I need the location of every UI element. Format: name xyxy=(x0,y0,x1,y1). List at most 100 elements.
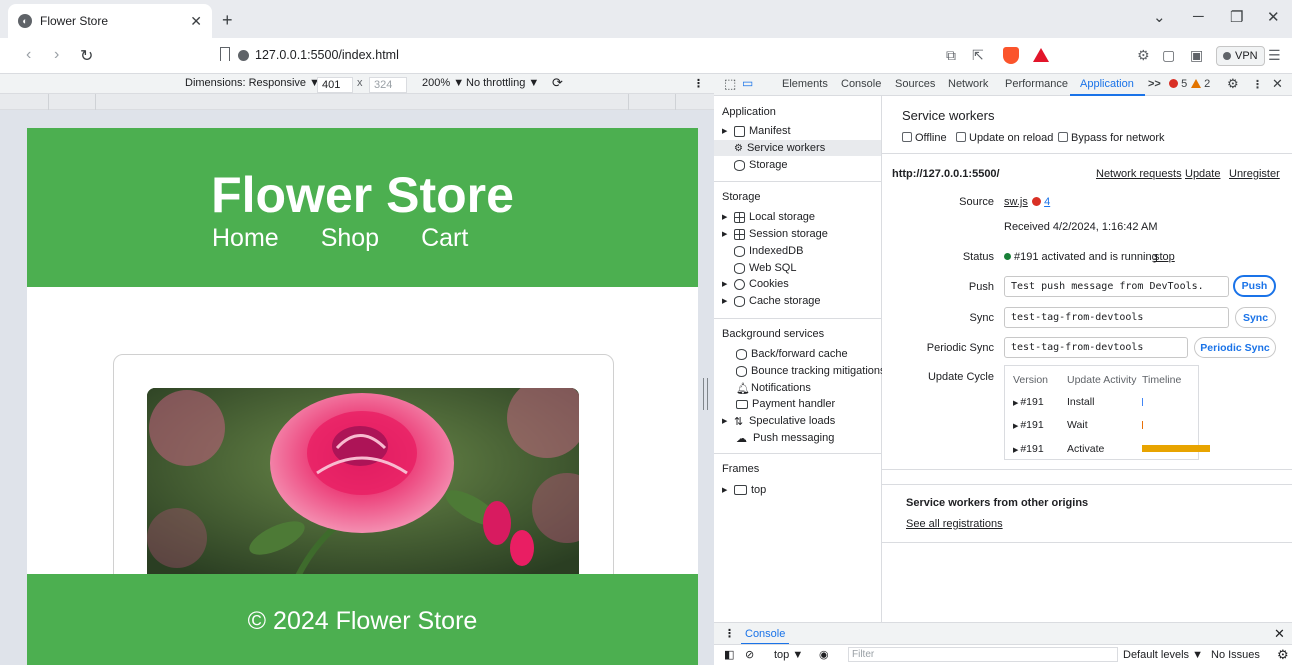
sidebar-item-bounce-tracking[interactable]: Bounce tracking mitigations xyxy=(722,363,886,379)
vpn-button[interactable]: VPN xyxy=(1216,46,1265,66)
sidebar-item-local-storage[interactable]: ▶ Local storage xyxy=(722,209,880,225)
network-requests-link[interactable]: Network requests xyxy=(1096,168,1182,180)
tab-performance[interactable]: Performance xyxy=(1005,78,1068,90)
height-input[interactable]: 324 xyxy=(369,77,407,93)
console-settings-icon[interactable]: ⚙ xyxy=(1277,647,1289,663)
devtools-menu-icon[interactable]: ⋮ xyxy=(1252,78,1263,91)
sidebar-item-notifications[interactable]: 🔔︎ Notifications xyxy=(722,380,880,396)
extensions-icon[interactable]: ⚙ xyxy=(1137,47,1150,64)
update-link[interactable]: Update xyxy=(1185,168,1220,180)
sidebar-icon[interactable]: ▢ xyxy=(1162,47,1175,64)
resize-handle[interactable] xyxy=(703,378,708,410)
console-filter-input[interactable]: Filter xyxy=(848,647,1118,662)
nav-shop-link[interactable]: Shop xyxy=(321,224,379,253)
nav-cart-link[interactable]: Cart xyxy=(421,224,468,253)
browser-tab[interactable]: ◐ Flower Store ✕ xyxy=(8,4,212,38)
sidebar-item-indexeddb[interactable]: IndexedDB xyxy=(722,243,880,259)
sidebar-item-bfcache[interactable]: Back/forward cache xyxy=(722,346,880,362)
update-on-reload-checkbox[interactable]: Update on reload xyxy=(956,132,1053,144)
share-icon[interactable]: ⇱ xyxy=(972,47,984,64)
table-row-wait-version[interactable]: ▶ #191 xyxy=(1013,419,1044,431)
log-levels-dropdown[interactable]: Default levels ▼ xyxy=(1123,649,1203,661)
more-tabs-button[interactable]: >> xyxy=(1148,78,1161,90)
minimize-icon[interactable]: ─ xyxy=(1193,8,1204,25)
devtools-close-icon[interactable]: ✕ xyxy=(1272,76,1283,92)
rotate-icon[interactable]: ⟳ xyxy=(552,75,563,91)
nav-home-link[interactable]: Home xyxy=(212,224,279,253)
drawer-tab-console[interactable]: Console xyxy=(745,628,785,640)
table-row-install-version[interactable]: ▶ #191 xyxy=(1013,396,1044,408)
console-sidebar-icon[interactable]: ◧ xyxy=(724,648,734,661)
new-tab-icon[interactable]: + xyxy=(222,10,233,31)
sidebar-item-service-workers[interactable]: ⚙ Service workers xyxy=(714,140,881,156)
drawer-close-icon[interactable]: ✕ xyxy=(1274,626,1285,642)
sidebar-item-session-storage[interactable]: ▶ Session storage xyxy=(722,226,880,242)
restore-icon[interactable]: ❐ xyxy=(1230,8,1243,26)
source-label: Source xyxy=(959,196,994,208)
tab-search-icon[interactable]: ⌄ xyxy=(1153,8,1166,26)
throttling-dropdown[interactable]: No throttling ▼ xyxy=(466,77,539,89)
window-close-icon[interactable]: ✕ xyxy=(1267,8,1280,26)
periodic-sync-button[interactable]: Periodic Sync xyxy=(1194,337,1276,358)
inspect-element-icon[interactable]: ⬚ xyxy=(724,76,736,92)
tab-elements[interactable]: Elements xyxy=(782,78,828,90)
clear-console-icon[interactable]: ⊘ xyxy=(745,648,754,661)
sidebar-item-speculative-loads[interactable]: ▶ ⇅ Speculative loads xyxy=(722,413,880,429)
status-value: #191 activated and is running xyxy=(1004,251,1158,263)
brave-rewards-icon[interactable] xyxy=(1033,48,1049,62)
sidebar-item-manifest[interactable]: ▶ Manifest xyxy=(722,123,880,139)
push-message-input[interactable]: Test push message from DevTools. xyxy=(1004,276,1229,297)
wallet-icon[interactable]: ▣ xyxy=(1190,47,1203,64)
screenshot-icon[interactable]: ⧉ xyxy=(946,47,956,64)
issues-counter[interactable]: No Issues xyxy=(1211,649,1260,661)
width-input[interactable]: 401 xyxy=(317,77,353,93)
sidebar-item-frame-top[interactable]: ▶ top xyxy=(722,482,880,498)
zoom-dropdown[interactable]: 200% ▼ xyxy=(422,77,464,89)
source-file-link[interactable]: sw.js xyxy=(1004,196,1028,208)
warning-counter[interactable]: 2 xyxy=(1191,78,1210,90)
drawer-menu-icon[interactable]: ⋮ xyxy=(724,627,735,640)
context-selector[interactable]: top ▼ xyxy=(774,649,803,661)
brave-shields-icon[interactable] xyxy=(1003,47,1019,64)
see-all-registrations-link[interactable]: See all registrations xyxy=(906,518,1003,530)
tab-application[interactable]: Application xyxy=(1080,78,1134,90)
unregister-link[interactable]: Unregister xyxy=(1229,168,1280,180)
warning-icon xyxy=(1191,79,1201,88)
timeline-wait-bar xyxy=(1142,421,1143,429)
reload-icon[interactable]: ↻ xyxy=(80,46,93,66)
tab-sources[interactable]: Sources xyxy=(895,78,935,90)
url-field[interactable]: 127.0.0.1:5500/index.html xyxy=(255,48,399,62)
stop-link[interactable]: stop xyxy=(1154,251,1175,263)
tab-console[interactable]: Console xyxy=(841,78,881,90)
address-bar: ‹ › ↻ 127.0.0.1:5500/index.html ⧉ ⇱ ⚙ ▢ … xyxy=(0,38,1292,74)
close-tab-icon[interactable]: ✕ xyxy=(190,13,202,30)
table-icon xyxy=(734,228,745,240)
offline-checkbox[interactable]: Offline xyxy=(902,132,947,144)
periodic-sync-input[interactable]: test-tag-from-devtools xyxy=(1004,337,1188,358)
site-info-icon[interactable] xyxy=(238,50,249,61)
forward-icon[interactable]: › xyxy=(54,46,59,64)
table-row-activate-version[interactable]: ▶ #191 xyxy=(1013,443,1044,455)
sync-tag-input[interactable]: test-tag-from-devtools xyxy=(1004,307,1229,328)
dimensions-dropdown[interactable]: Dimensions: Responsive ▼ xyxy=(185,77,320,89)
sidebar-item-websql[interactable]: Web SQL xyxy=(722,260,880,276)
bypass-network-checkbox[interactable]: Bypass for network xyxy=(1058,132,1165,144)
tab-network[interactable]: Network xyxy=(948,78,988,90)
sidebar-item-cookies[interactable]: ▶ Cookies xyxy=(722,276,880,292)
source-error-badge[interactable]: 4 xyxy=(1032,196,1050,208)
sync-button[interactable]: Sync xyxy=(1235,307,1276,328)
device-toggle-icon[interactable]: ▭ xyxy=(742,76,753,90)
sidebar-item-payment-handler[interactable]: Payment handler xyxy=(722,396,880,412)
sidebar-item-storage[interactable]: Storage xyxy=(722,157,880,173)
push-button[interactable]: Push xyxy=(1233,275,1276,297)
error-counter[interactable]: 5 xyxy=(1169,78,1187,90)
back-icon[interactable]: ‹ xyxy=(26,46,31,64)
live-expression-eye-icon[interactable]: ◉ xyxy=(819,648,829,661)
sidebar-item-cache-storage[interactable]: ▶ Cache storage xyxy=(722,293,880,309)
sidebar-item-push-messaging[interactable]: ☁ Push messaging xyxy=(722,430,880,446)
settings-gear-icon[interactable]: ⚙ xyxy=(1227,76,1239,92)
more-options-icon[interactable]: ⋮ xyxy=(693,77,704,90)
bookmark-icon[interactable] xyxy=(220,47,230,61)
cookie-icon xyxy=(734,278,745,290)
menu-icon[interactable]: ☰ xyxy=(1268,47,1281,64)
